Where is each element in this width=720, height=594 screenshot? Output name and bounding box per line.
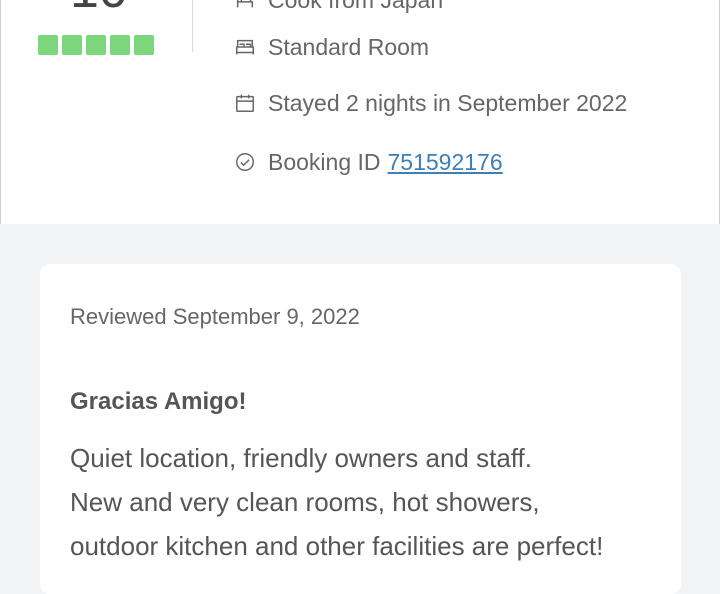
traveler-type-row: Cook from Japan: [233, 0, 443, 14]
bed-icon: [233, 35, 257, 59]
review-title: Gracias Amigo!: [70, 388, 247, 415]
rating-segment: [62, 35, 82, 55]
check-circle-icon: [233, 150, 257, 174]
room-type-row: Standard Room: [233, 33, 429, 61]
review-body: Quiet location, friendly owners and staf…: [70, 436, 670, 568]
stay-duration-text: Stayed 2 nights in September 2022: [268, 90, 628, 116]
review-line: outdoor kitchen and other facilities are…: [70, 531, 604, 561]
review-card: Reviewed September 9, 2022 Gracias Amigo…: [40, 264, 681, 594]
review-score: 10: [70, 0, 128, 16]
rating-segment: [86, 35, 106, 55]
booking-id-row: Booking ID 751592176: [233, 148, 503, 176]
panel-border-left: [0, 0, 1, 224]
review-line: Quiet location, friendly owners and staf…: [70, 443, 532, 473]
stay-duration-row: Stayed 2 nights in September 2022: [233, 89, 627, 117]
rating-segment: [38, 35, 58, 55]
review-summary-panel: 10 Cook from Japan Standard Room Stayed …: [0, 0, 720, 224]
rating-segment: [110, 35, 130, 55]
review-line: New and very clean rooms, hot showers,: [70, 487, 540, 517]
booking-id-label: Booking ID: [268, 149, 381, 175]
rating-segment: [134, 35, 154, 55]
review-date: Reviewed September 9, 2022: [70, 304, 360, 329]
room-type-text: Standard Room: [268, 34, 430, 60]
calendar-icon: [233, 91, 257, 115]
traveler-icon: [233, 0, 257, 12]
booking-id-link[interactable]: 751592176: [388, 148, 503, 176]
vertical-divider: [192, 0, 193, 52]
traveler-type-text: Cook from Japan: [268, 0, 444, 13]
rating-bar: [38, 35, 154, 55]
